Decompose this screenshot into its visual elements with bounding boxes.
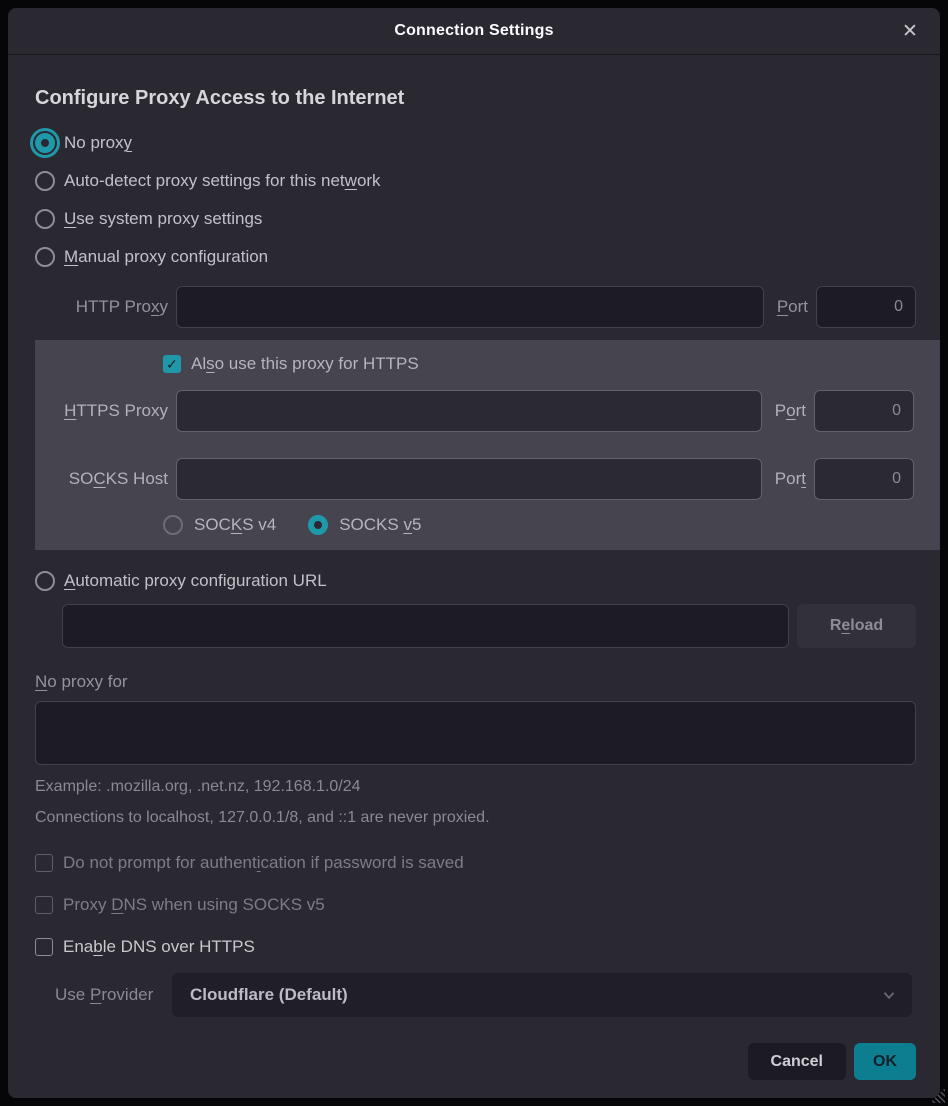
proxy-dns-socks5-checkbox[interactable] [35, 896, 53, 914]
connection-settings-dialog: Connection Settings ✕ Configure Proxy Ac… [8, 8, 940, 1098]
radio-manual-proxy[interactable] [35, 247, 55, 267]
also-https-checkbox[interactable]: ✓ [163, 355, 181, 373]
https-proxy-row: HTTPS Proxy Port [35, 390, 914, 432]
https-port-input[interactable] [814, 390, 914, 432]
dialog-footer: Cancel OK [35, 1043, 916, 1080]
socks-port-input[interactable] [814, 458, 914, 500]
provider-row: Use Provider Cloudflare (Default) [35, 973, 916, 1017]
radio-socks-v5[interactable] [308, 515, 328, 535]
reload-button[interactable]: Reload [797, 604, 916, 648]
auto-url-row: Reload [62, 604, 916, 648]
also-https-checkbox-row[interactable]: ✓ Also use this proxy for HTTPS [35, 352, 914, 376]
provider-dropdown[interactable]: Cloudflare (Default) [172, 973, 912, 1017]
socks-host-row: SOCKS Host Port [35, 458, 914, 500]
http-proxy-input[interactable] [176, 286, 764, 328]
http-proxy-label: HTTP Proxy [35, 297, 168, 317]
localhost-note: Connections to localhost, 127.0.0.1/8, a… [35, 809, 916, 827]
https-proxy-label: HTTPS Proxy [35, 401, 168, 421]
radio-row-manual-proxy[interactable]: Manual proxy configuration [35, 238, 916, 276]
socks-version-row: SOCKS v4 SOCKS v5 [35, 512, 914, 538]
no-proxy-for-label: No proxy for [35, 672, 916, 692]
radio-socks-v4[interactable] [163, 515, 183, 535]
radio-no-proxy-label: No proxy [64, 133, 132, 153]
proxy-dns-socks5-label: Proxy DNS when using SOCKS v5 [63, 895, 325, 915]
dialog-content: Configure Proxy Access to the Internet N… [8, 55, 940, 1098]
chevron-down-icon [880, 986, 898, 1004]
radio-row-system-proxy[interactable]: Use system proxy settings [35, 200, 916, 238]
radio-no-proxy[interactable] [35, 133, 55, 153]
also-https-label: Also use this proxy for HTTPS [191, 354, 419, 374]
radio-manual-proxy-label: Manual proxy configuration [64, 247, 268, 267]
no-proxy-for-textarea[interactable] [35, 701, 916, 765]
https-proxy-input[interactable] [176, 390, 762, 432]
provider-selected-value: Cloudflare (Default) [190, 985, 348, 1005]
dns-over-https-label: Enable DNS over HTTPS [63, 937, 255, 957]
socks-port-label: Port [770, 469, 806, 489]
dialog-title: Connection Settings [394, 22, 553, 40]
page-title: Configure Proxy Access to the Internet [35, 87, 916, 110]
checkmark-icon: ✓ [166, 357, 178, 371]
dns-over-https-checkbox[interactable] [35, 938, 53, 956]
socks-host-label: SOCKS Host [35, 469, 168, 489]
auto-url-input[interactable] [62, 604, 789, 648]
radio-row-no-proxy[interactable]: No proxy [35, 124, 916, 162]
http-proxy-row: HTTP Proxy Port [35, 286, 916, 328]
manual-proxy-highlight-band: ✓ Also use this proxy for HTTPS HTTPS Pr… [35, 340, 940, 550]
radio-row-auto-url[interactable]: Automatic proxy configuration URL [35, 566, 916, 596]
proxy-dns-socks5-row[interactable]: Proxy DNS when using SOCKS v5 [35, 895, 916, 915]
close-icon: ✕ [902, 20, 918, 43]
radio-auto-url[interactable] [35, 571, 55, 591]
socks-host-input[interactable] [176, 458, 762, 500]
radio-system-proxy-label: Use system proxy settings [64, 209, 262, 229]
no-prompt-auth-checkbox[interactable] [35, 854, 53, 872]
radio-auto-detect[interactable] [35, 171, 55, 191]
radio-auto-url-label: Automatic proxy configuration URL [64, 571, 327, 591]
cancel-button[interactable]: Cancel [748, 1043, 846, 1080]
close-button[interactable]: ✕ [894, 15, 926, 47]
https-port-label: Port [770, 401, 806, 421]
http-port-input[interactable] [816, 286, 916, 328]
dns-over-https-row[interactable]: Enable DNS over HTTPS [35, 937, 916, 957]
ok-button[interactable]: OK [854, 1043, 916, 1080]
dialog-titlebar: Connection Settings ✕ [8, 8, 940, 55]
no-prompt-auth-row[interactable]: Do not prompt for authentication if pass… [35, 853, 916, 873]
provider-label: Use Provider [55, 985, 172, 1005]
radio-system-proxy[interactable] [35, 209, 55, 229]
radio-socks-v4-label: SOCKS v4 [194, 515, 276, 535]
radio-auto-detect-label: Auto-detect proxy settings for this netw… [64, 171, 381, 191]
no-proxy-for-example: Example: .mozilla.org, .net.nz, 192.168.… [35, 778, 916, 796]
radio-socks-v5-label: SOCKS v5 [339, 515, 421, 535]
no-prompt-auth-label: Do not prompt for authentication if pass… [63, 853, 464, 873]
radio-row-auto-detect[interactable]: Auto-detect proxy settings for this netw… [35, 162, 916, 200]
http-port-label: Port [772, 297, 808, 317]
